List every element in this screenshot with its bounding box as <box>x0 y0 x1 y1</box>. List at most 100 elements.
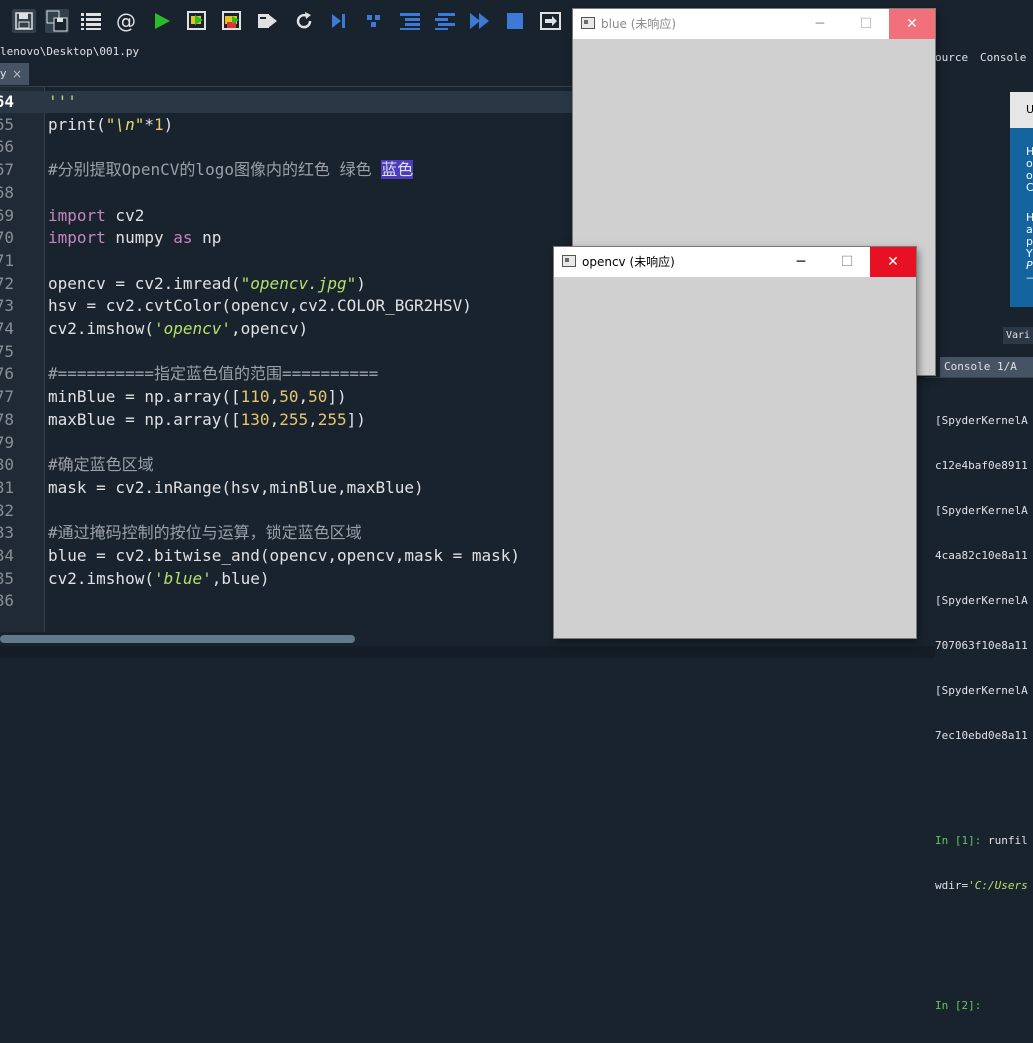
code-text: blue = cv2.bitwise_and(opencv,opencv,mas… <box>48 546 521 565</box>
code-line[interactable]: 80 #确定蓝色区域 <box>0 454 573 476</box>
code-line[interactable]: 74 cv2.imshow('opencv',opencv) <box>0 318 573 340</box>
code-text: #确定蓝色区域 <box>48 455 154 475</box>
code-text: ''' <box>48 92 77 111</box>
stop-icon[interactable] <box>503 9 527 33</box>
code-line[interactable]: 82 <box>0 500 573 522</box>
code-line[interactable]: 76 #==========指定蓝色值的范围========== <box>0 363 573 385</box>
code-text: opencv = cv2.imread("opencv.jpg") <box>48 273 366 293</box>
minimize-icon[interactable]: ─ <box>797 9 843 39</box>
line-number: 72 <box>0 273 14 293</box>
console-command-1: runfil <box>981 834 1028 847</box>
console-output[interactable]: [SpyderKernelA c12e4baf0e8911 [SpyderKer… <box>935 383 1033 1043</box>
file-path-text: lenovo\Desktop\001.py <box>0 45 140 58</box>
line-number: 68 <box>0 182 14 202</box>
rerun-icon[interactable] <box>292 9 316 33</box>
line-number: 83 <box>0 523 14 543</box>
editor-horizontal-scrollbar[interactable] <box>0 632 573 646</box>
code-line[interactable]: 85 cv2.imshow('blue',blue) <box>0 568 573 590</box>
code-line[interactable]: 86 <box>0 590 573 612</box>
opencv-window-titlebar[interactable]: opencv (未响应) ─ ☐ ✕ <box>554 247 916 277</box>
run-cell-icon[interactable] <box>185 9 209 33</box>
code-line[interactable]: 66 <box>0 136 573 158</box>
variable-explorer-tab[interactable]: Vari <box>1003 327 1033 344</box>
save-all-icon[interactable] <box>45 9 69 33</box>
code-line[interactable]: 64 ''' <box>0 91 573 113</box>
line-number: 76 <box>0 364 14 384</box>
close-icon[interactable]: ✕ <box>870 247 916 277</box>
code-line[interactable]: 83 #通过掩码控制的按位与运算，锁定蓝色区域 <box>0 522 573 544</box>
code-editor[interactable]: 64 ''' 65 print("\n"*1) 66 67 #分别提取OpenCV的logo… <box>0 87 573 632</box>
window-app-icon <box>581 17 595 29</box>
outline-icon[interactable] <box>79 9 103 33</box>
code-line[interactable]: 73 hsv = cv2.cvtColor(opencv,cv2.COLOR_BG… <box>0 295 573 317</box>
source-label[interactable]: ource <box>935 51 968 64</box>
line-number: 69 <box>0 205 14 225</box>
continue-icon[interactable] <box>468 9 492 33</box>
at-icon[interactable]: @ <box>114 9 138 33</box>
debug-icon[interactable] <box>327 9 351 33</box>
line-number: 64 <box>0 92 14 111</box>
line-number: 73 <box>0 296 14 316</box>
code-line[interactable]: 79 <box>0 432 573 454</box>
at-glyph: @ <box>116 9 136 33</box>
line-number: 66 <box>0 137 14 157</box>
help-popup: U H o o C H a p Y P — <box>1010 92 1033 307</box>
code-line[interactable]: 84 blue = cv2.bitwise_and(opencv,opencv,m… <box>0 545 573 567</box>
console-prompt-1: In [1]: <box>935 834 982 847</box>
editor-tab-label: y <box>0 67 7 80</box>
line-number: 82 <box>0 500 14 520</box>
console-tab-bar: Console 1/A <box>925 357 1033 378</box>
blue-window-title: blue (未响应) <box>601 17 677 31</box>
step-icon[interactable] <box>362 9 386 33</box>
save-icon[interactable] <box>12 9 36 33</box>
code-line[interactable]: 78 maxBlue = np.array([130,255,255]) <box>0 409 573 431</box>
code-text: #通过掩码控制的按位与运算，锁定蓝色区域 <box>48 523 362 543</box>
popup-title: U <box>1010 92 1033 128</box>
blue-window-titlebar[interactable]: blue (未响应) ─ ☐ ✕ <box>573 9 935 39</box>
line-number: 77 <box>0 387 14 407</box>
code-line[interactable]: 70 import numpy as np <box>0 227 573 249</box>
step-return-icon[interactable] <box>433 9 457 33</box>
code-line[interactable]: 69 import cv2 <box>0 205 573 227</box>
maximize-icon[interactable]: ☐ <box>824 247 870 277</box>
status-strip <box>0 646 1033 658</box>
step-into-icon[interactable] <box>398 9 422 33</box>
code-line[interactable]: 71 <box>0 250 573 272</box>
right-pane: ource Console U H o o C H a p Y P — Vari… <box>925 43 1033 1012</box>
close-tab-icon[interactable]: × <box>12 63 22 85</box>
line-number: 71 <box>0 250 14 270</box>
code-line[interactable]: 72 opencv = cv2.imread("opencv.jpg") <box>0 273 573 295</box>
editor-tab-001py[interactable]: y × <box>0 63 29 85</box>
popup-text-block-2: H a p Y P — <box>1026 211 1033 284</box>
scrollbar-thumb[interactable] <box>0 635 355 643</box>
code-text: minBlue = np.array([110,50,50]) <box>48 387 347 407</box>
console-tab[interactable]: Console 1/A <box>940 357 1033 377</box>
opencv-window-title: opencv (未响应) <box>582 255 675 269</box>
code-text: mask = cv2.inRange(hsv,minBlue,maxBlue) <box>48 477 424 497</box>
run-selection-icon[interactable] <box>255 9 279 33</box>
code-text: #分别提取OpenCV的logo图像内的红色 绿色 蓝色 <box>48 160 414 180</box>
line-number: 84 <box>0 546 14 565</box>
code-line[interactable]: 67 #分别提取OpenCV的logo图像内的红色 绿色 蓝色 <box>0 159 573 181</box>
editor-tab-bar: y × <box>0 61 573 87</box>
opencv-window[interactable]: opencv (未响应) ─ ☐ ✕ <box>554 247 916 638</box>
code-text: print("\n"*1) <box>48 114 174 134</box>
console-prompt-2: In [2]: <box>935 999 982 1012</box>
run-icon[interactable] <box>150 9 174 33</box>
line-number: 78 <box>0 409 14 429</box>
wdir-value: 'C:/Users <box>968 879 1028 892</box>
maximize-pane-icon[interactable] <box>539 9 563 33</box>
line-number: 79 <box>0 432 14 452</box>
maximize-icon[interactable]: ☐ <box>843 9 889 39</box>
code-line[interactable]: 75 <box>0 341 573 363</box>
code-line[interactable]: 68 <box>0 182 573 204</box>
code-text: import numpy as np <box>48 228 222 248</box>
run-cell-advance-icon[interactable] <box>220 9 244 33</box>
help-console-label[interactable]: Console <box>980 51 1026 64</box>
code-line[interactable]: 65 print("\n"*1) <box>0 114 573 136</box>
minimize-icon[interactable]: ─ <box>778 247 824 277</box>
code-line[interactable]: 81 mask = cv2.inRange(hsv,minBlue,maxBlue… <box>0 477 573 499</box>
code-text: cv2.imshow('opencv',opencv) <box>48 319 309 338</box>
code-line[interactable]: 77 minBlue = np.array([110,50,50]) <box>0 386 573 408</box>
close-icon[interactable]: ✕ <box>889 9 935 39</box>
